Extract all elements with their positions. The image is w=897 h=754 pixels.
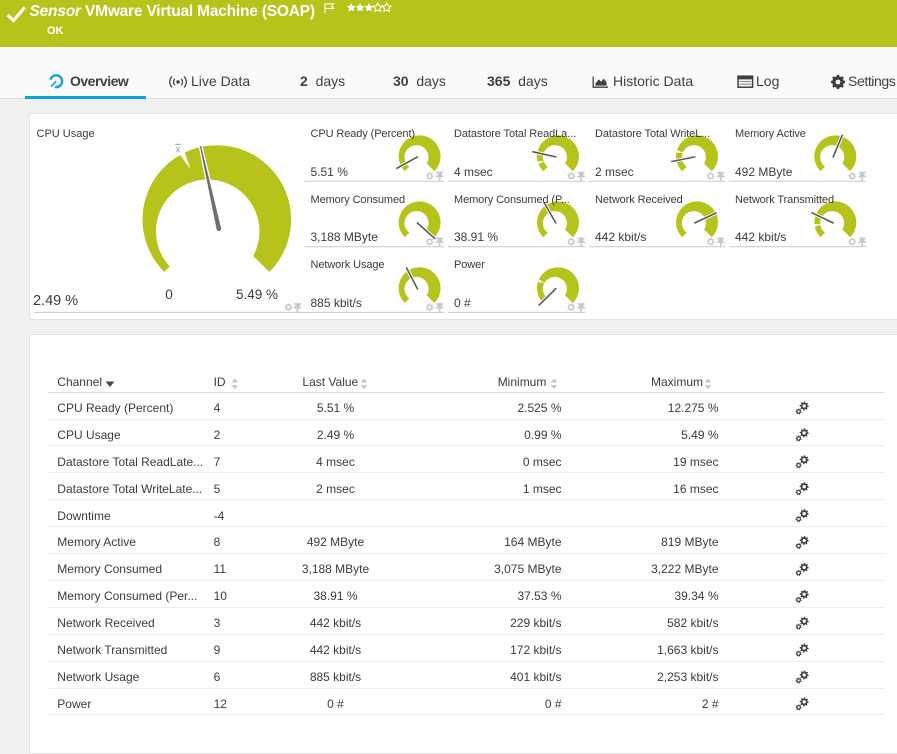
svg-text:x: x bbox=[176, 145, 181, 156]
